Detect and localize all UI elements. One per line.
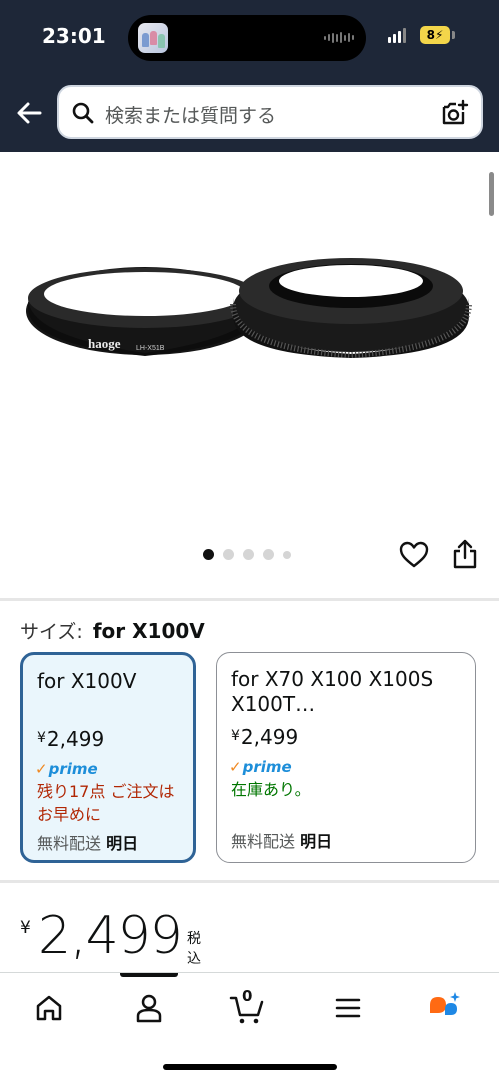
back-arrow-icon[interactable]: [12, 96, 46, 130]
price-currency: ¥: [20, 918, 31, 938]
size-label: サイズ:: [20, 621, 83, 643]
size-option-price: ¥2,499: [37, 727, 104, 751]
battery-icon: 8⚡: [420, 26, 450, 44]
brand-engraving: haoge: [88, 336, 121, 351]
search-icon: [72, 102, 94, 124]
selected-size: for X100V: [92, 619, 205, 643]
search-bar[interactable]: 検索または質問する: [57, 85, 483, 139]
home-icon[interactable]: [30, 989, 68, 1027]
audio-wave-icon: [324, 32, 354, 43]
carousel-dot[interactable]: [283, 550, 291, 559]
cart-button[interactable]: 0: [228, 987, 266, 1027]
currency-symbol: ¥: [231, 728, 240, 744]
prime-check-icon: ✓: [35, 760, 48, 778]
prime-label: prime: [48, 760, 98, 778]
cart-count: 0: [242, 987, 253, 1005]
home-indicator: [163, 1064, 337, 1070]
dynamic-island[interactable]: [128, 15, 366, 61]
carousel-dot[interactable]: [263, 549, 274, 560]
carousel-dot[interactable]: [203, 549, 214, 560]
section-divider: [0, 880, 499, 883]
top-bar: 23:01 8⚡ 検索または質問する: [0, 0, 499, 152]
status-time: 23:01: [42, 24, 106, 48]
rufus-ai-icon[interactable]: [426, 989, 464, 1027]
size-option-title: for X100V: [37, 669, 137, 693]
size-selector-label: サイズ: for X100V: [20, 617, 205, 644]
shipping-day: 明日: [300, 832, 333, 851]
carousel-dot[interactable]: [223, 549, 234, 560]
account-icon[interactable]: [130, 989, 168, 1027]
share-icon[interactable]: [452, 538, 478, 570]
section-divider: [0, 598, 499, 601]
availability-text: 在庫あり。: [231, 780, 311, 799]
prime-check-icon: ✓: [229, 758, 242, 776]
size-option-title: for X70 X100 X100S X100T…: [231, 667, 434, 716]
carousel-dot[interactable]: [243, 549, 254, 560]
shipping-label: 無料配送: [37, 834, 102, 853]
shipping-info: 無料配送 明日: [37, 830, 138, 854]
image-carousel-dots[interactable]: [203, 549, 291, 560]
availability-text: 残り17点 ご注文はお早めに: [37, 782, 175, 824]
search-input[interactable]: 検索または質問する: [105, 101, 276, 128]
scrollbar-thumb[interactable]: [489, 172, 494, 216]
price-amount: 2,499: [46, 727, 105, 751]
price-amount: 2,499: [38, 906, 183, 966]
prime-label: prime: [242, 758, 292, 776]
cellular-signal-icon: [388, 28, 406, 43]
tax-included-label: 税込: [187, 931, 201, 967]
active-tab-indicator: [120, 973, 178, 977]
now-playing-thumbnail: [138, 23, 168, 53]
size-option-card[interactable]: for X70 X100 X100S X100T… ¥2,499 ✓prime …: [216, 652, 476, 863]
size-option-price: ¥2,499: [231, 725, 298, 749]
currency-symbol: ¥: [37, 730, 46, 746]
menu-icon[interactable]: [329, 989, 367, 1027]
price-amount: 2,499: [240, 725, 299, 749]
prime-badge: ✓prime: [229, 758, 292, 776]
heart-icon[interactable]: [399, 540, 429, 570]
prime-badge: ✓prime: [35, 760, 98, 778]
shipping-info: 無料配送 明日: [231, 828, 332, 852]
battery-tip: [452, 31, 455, 39]
battery-level: 8: [426, 28, 435, 42]
shipping-day: 明日: [106, 834, 139, 853]
model-engraving: LH-X51B: [136, 345, 165, 352]
product-image-lens-hood[interactable]: haoge LH-X51B: [20, 236, 480, 386]
camera-search-icon[interactable]: [439, 98, 469, 128]
shipping-label: 無料配送: [231, 832, 296, 851]
size-option-card-selected[interactable]: for X100V ¥2,499 ✓prime 残り17点 ご注文はお早めに 無…: [20, 652, 196, 863]
